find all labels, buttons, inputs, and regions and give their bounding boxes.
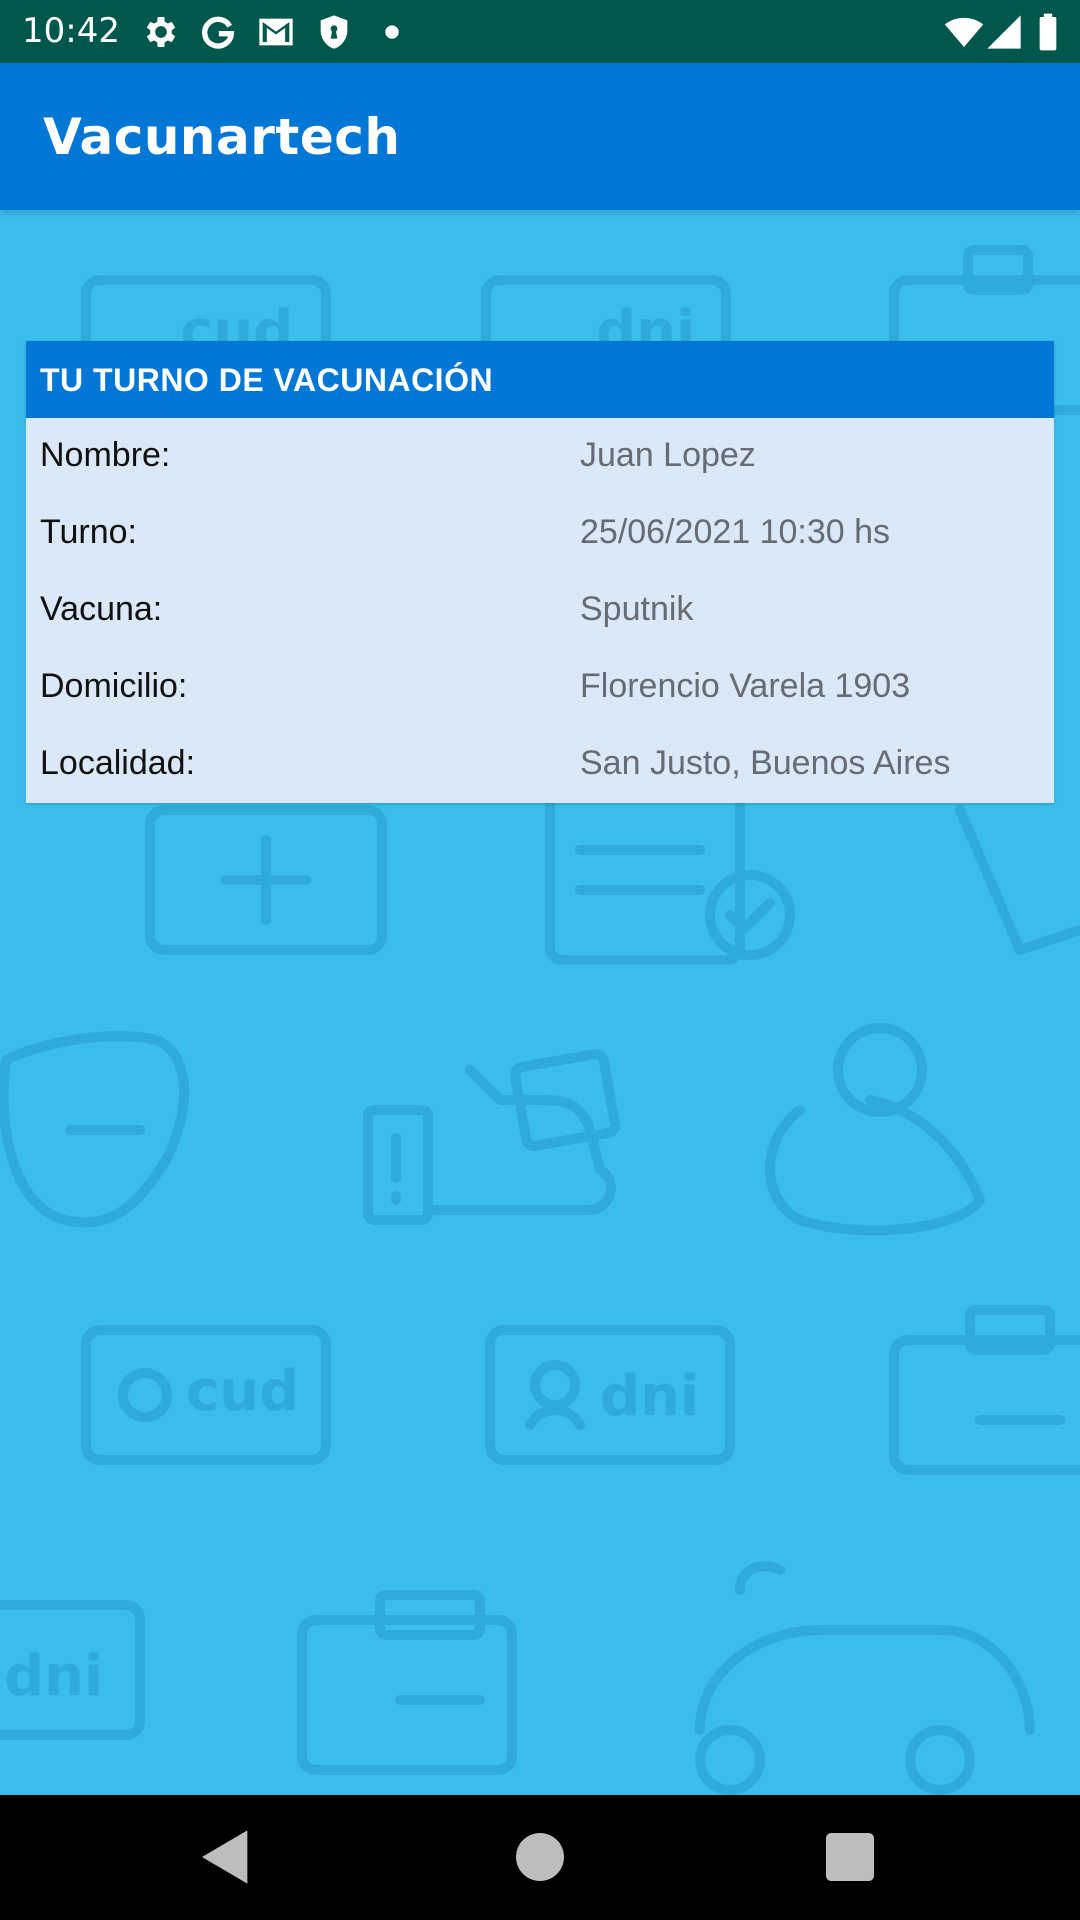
- row-value: 25/06/2021 10:30 hs: [580, 513, 891, 551]
- row-label: Domicilio:: [40, 667, 188, 705]
- gmail-icon: [259, 18, 293, 46]
- screen: 10:42 Vacunartech cud dni cud dni dni TU…: [0, 0, 1080, 1920]
- recents-icon[interactable]: [818, 1825, 882, 1889]
- shield-icon: [320, 15, 348, 49]
- app-title: Vacunartech: [43, 108, 401, 166]
- info-row-turno: Turno: 25/06/2021 10:30 hs: [26, 495, 1054, 572]
- home-icon[interactable]: [508, 1825, 572, 1889]
- info-row-nombre: Nombre: Juan Lopez: [26, 418, 1054, 495]
- card-title: TU TURNO DE VACUNACIÓN: [40, 362, 494, 398]
- gear-icon: [146, 17, 176, 47]
- watermark-text: dni: [600, 1364, 699, 1429]
- row-label: Nombre:: [40, 436, 171, 474]
- row-value: Juan Lopez: [580, 436, 756, 474]
- status-bar: 10:42: [0, 0, 1080, 63]
- back-icon[interactable]: [194, 1825, 258, 1889]
- dot-icon: [385, 25, 399, 39]
- card-header: TU TURNO DE VACUNACIÓN: [26, 341, 1054, 418]
- appointment-card: TU TURNO DE VACUNACIÓN Nombre: Juan Lope…: [26, 341, 1054, 803]
- navigation-bar: [0, 1795, 1080, 1920]
- battery-icon: [1039, 13, 1057, 51]
- google-icon: [202, 16, 235, 49]
- watermark-text: cud: [186, 1359, 299, 1424]
- row-value: Sputnik: [580, 590, 694, 628]
- row-value: Florencio Varela 1903: [580, 667, 911, 705]
- wifi-icon: [944, 17, 984, 47]
- row-value: San Justo, Buenos Aires: [580, 744, 951, 782]
- watermark-text: dni: [4, 1644, 103, 1709]
- info-row-localidad: Localidad: San Justo, Buenos Aires: [26, 726, 1054, 803]
- info-row-domicilio: Domicilio: Florencio Varela 1903: [26, 649, 1054, 726]
- row-label: Turno:: [40, 513, 138, 551]
- info-row-vacuna: Vacuna: Sputnik: [26, 572, 1054, 649]
- signal-icon: [987, 15, 1021, 49]
- row-label: Localidad:: [40, 744, 196, 782]
- app-bar: Vacunartech: [0, 63, 1080, 210]
- row-label: Vacuna:: [40, 590, 163, 628]
- status-time: 10:42: [22, 11, 120, 51]
